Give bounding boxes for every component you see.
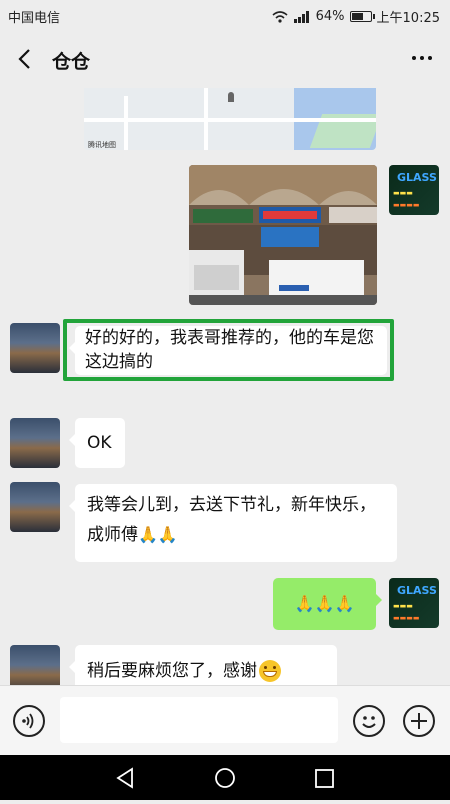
chevron-left-icon[interactable] xyxy=(14,47,38,71)
status-icons: 64% 上午10:25 xyxy=(272,7,440,26)
avatar-brand-text: GLASS xyxy=(397,584,437,597)
friend-avatar[interactable] xyxy=(10,418,60,468)
chat-title: 仓仓 xyxy=(52,51,91,73)
pray-emoji: 🙏🙏🙏 xyxy=(294,594,355,613)
friend-avatar[interactable] xyxy=(10,645,60,685)
avatar-deco-2: ▬▬▬▬ xyxy=(393,614,420,622)
battery-percent: 64% xyxy=(315,9,345,24)
carrier-label: 中国电信 xyxy=(8,11,61,26)
system-nav-bar xyxy=(0,755,450,800)
sent-bubble[interactable]: 🙏🙏🙏 xyxy=(273,578,382,630)
message-input[interactable] xyxy=(60,697,338,743)
message-text: 我等会儿到，去送下节礼，新年快乐，成师傅 xyxy=(87,495,376,545)
voice-icon[interactable] xyxy=(13,705,45,737)
self-avatar[interactable]: GLASS ▬▬▬ ▬▬▬▬ xyxy=(389,578,439,628)
wifi-icon xyxy=(272,10,288,23)
map-pin-icon xyxy=(228,92,234,102)
storefront-image xyxy=(189,165,377,305)
friend-avatar[interactable] xyxy=(10,482,60,532)
message-text: 稍后要麻烦您了，感谢 xyxy=(87,661,257,681)
friend-avatar[interactable] xyxy=(10,323,60,373)
clock: 上午10:25 xyxy=(376,11,440,26)
message-bubble[interactable]: 我等会儿到，去送下节礼，新年快乐，成师傅🙏🙏 xyxy=(69,484,397,562)
highlight-box xyxy=(63,319,394,381)
plus-icon[interactable] xyxy=(403,705,435,737)
emoji-icon[interactable] xyxy=(353,705,385,737)
avatar-deco: ▬▬▬ xyxy=(393,602,413,610)
chat-header: 仓仓 xyxy=(0,30,450,88)
back-triangle-icon[interactable] xyxy=(116,767,133,789)
message-bubble[interactable]: OK xyxy=(69,418,125,468)
avatar-deco: ▬▬▬ xyxy=(393,189,413,197)
status-bar: 中国电信 64% 上午10:25 xyxy=(0,0,450,30)
grin-emoji xyxy=(259,660,281,682)
self-avatar[interactable]: GLASS ▬▬▬ ▬▬▬▬ xyxy=(389,165,439,215)
location-map-message[interactable]: 腾讯地图 xyxy=(84,88,376,150)
recents-square-icon[interactable] xyxy=(315,769,334,788)
battery-icon xyxy=(349,11,375,22)
message-text: OK xyxy=(87,433,112,453)
pray-emoji: 🙏🙏 xyxy=(138,525,178,544)
storefront-photo[interactable] xyxy=(189,165,377,305)
message-bubble[interactable]: 稍后要麻烦您了，感谢 xyxy=(69,645,337,685)
signal-icon xyxy=(293,10,309,23)
avatar-brand-text: GLASS xyxy=(397,171,437,184)
map-provider-label: 腾讯地图 xyxy=(88,141,116,149)
message-list[interactable]: 腾讯地图 GLASS ▬▬▬ ▬▬▬▬ 好的好的，我表哥推荐的，他的车是您这边搞… xyxy=(0,88,450,685)
input-bar xyxy=(0,685,450,756)
more-dots-icon[interactable] xyxy=(412,56,432,60)
avatar-deco-2: ▬▬▬▬ xyxy=(393,201,420,209)
home-circle-icon[interactable] xyxy=(215,768,235,788)
